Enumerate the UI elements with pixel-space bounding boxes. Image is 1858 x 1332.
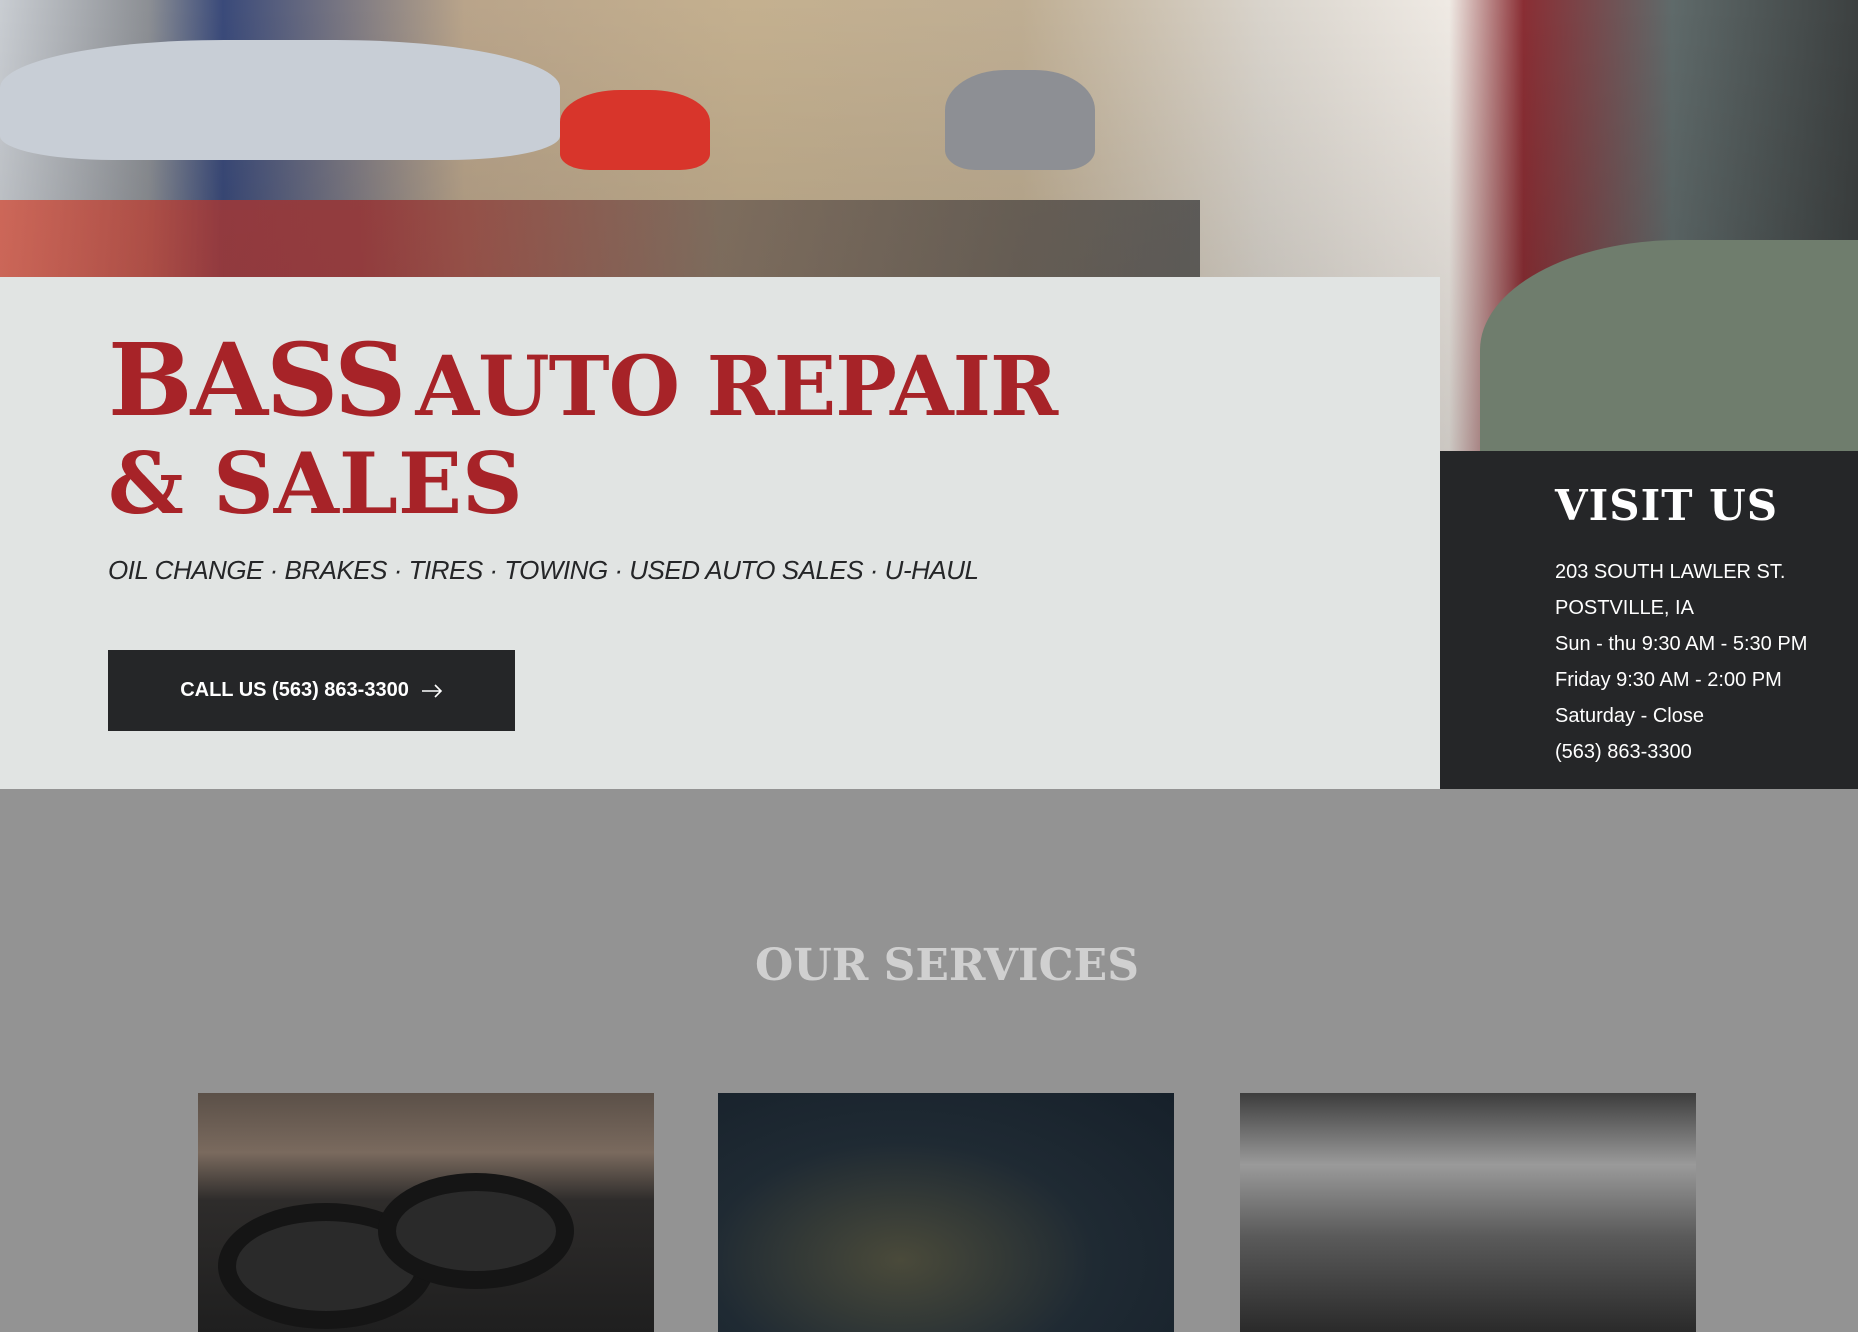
title-bass: BASS bbox=[108, 321, 406, 439]
page-title: BASS AUTO REPAIR & SALES bbox=[108, 330, 1059, 533]
visit-us-panel: VISIT US 203 SOUTH LAWLER ST. POSTVILLE,… bbox=[1440, 451, 1858, 789]
hours-friday: Friday 9:30 AM - 2:00 PM bbox=[1555, 669, 1782, 691]
title-sales: & SALES bbox=[108, 434, 523, 533]
green-car-image bbox=[1480, 240, 1858, 460]
service-card-engine-image[interactable] bbox=[718, 1093, 1174, 1332]
arrow-right-icon bbox=[421, 683, 442, 698]
service-card-car-image[interactable] bbox=[1240, 1093, 1696, 1332]
address-street: 203 SOUTH LAWLER ST. bbox=[1555, 561, 1786, 583]
red-car-image bbox=[560, 90, 710, 170]
tire-image bbox=[378, 1173, 574, 1289]
service-card-tires-image[interactable] bbox=[198, 1093, 654, 1332]
address-city: POSTVILLE, IA bbox=[1555, 597, 1694, 619]
call-us-button[interactable]: CALL US (563) 863-3300 bbox=[108, 650, 515, 731]
visit-info: 203 SOUTH LAWLER ST. POSTVILLE, IA Sun -… bbox=[1555, 554, 1807, 770]
services-title: OUR SERVICES bbox=[755, 940, 1139, 991]
hours-sun-thu: Sun - thu 9:30 AM - 5:30 PM bbox=[1555, 633, 1808, 655]
lifted-car-image bbox=[0, 40, 560, 160]
hours-saturday: Saturday - Close bbox=[1555, 705, 1704, 727]
silver-car-image bbox=[945, 70, 1095, 170]
services-tagline: OIL CHANGE · BRAKES · TIRES · TOWING · U… bbox=[108, 555, 979, 585]
phone-number[interactable]: (563) 863-3300 bbox=[1555, 734, 1807, 770]
call-us-label: CALL US (563) 863-3300 bbox=[180, 679, 409, 701]
title-auto-repair: AUTO REPAIR bbox=[415, 339, 1059, 435]
visit-us-title: VISIT US bbox=[1555, 481, 1779, 530]
garage-wall bbox=[0, 200, 1200, 277]
